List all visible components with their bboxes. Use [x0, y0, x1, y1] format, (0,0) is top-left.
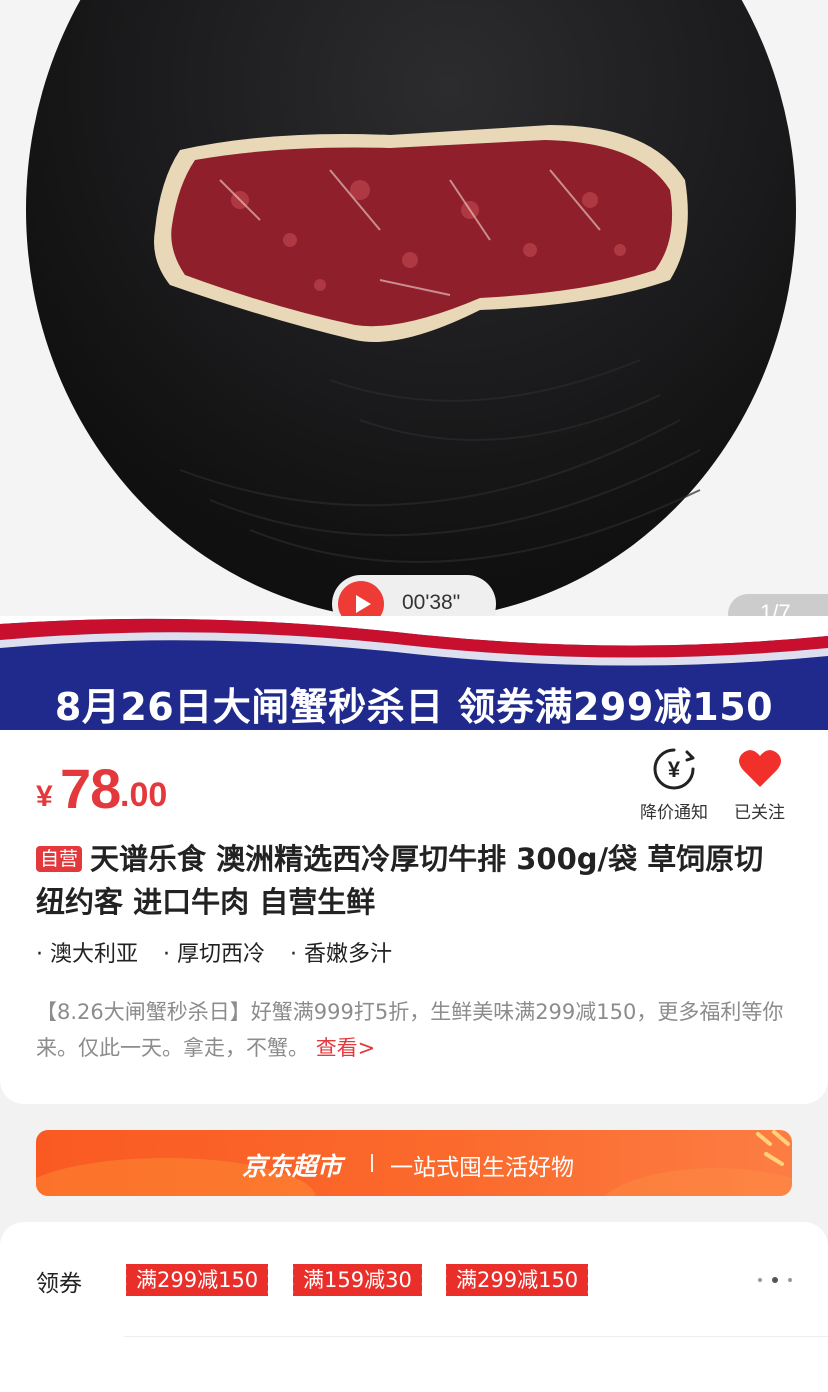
price-integer: 78 — [60, 757, 121, 820]
price-alert-button[interactable]: ¥ 降价通知 — [640, 746, 708, 823]
coupon-card: 领券 满299减150 满159减30 满299减150 — [0, 1222, 828, 1392]
self-operated-tag: 自营 — [36, 846, 83, 872]
promo-description: 【8.26大闸蟹秒杀日】好蟹满999打5折，生鲜美味满299减150，更多福利等… — [36, 994, 796, 1066]
product-title-text: 天谱乐食 澳洲精选西冷厚切牛排 300g/袋 草饲原切 纽约客 进口牛肉 自营生… — [36, 842, 764, 919]
coupon-chip[interactable]: 满299减150 — [442, 1264, 592, 1296]
promo-banner[interactable]: 8月26日大闸蟹秒杀日 领券满299减150 — [0, 616, 828, 732]
svg-text:¥: ¥ — [668, 757, 681, 782]
steak-image — [154, 125, 688, 342]
follow-button[interactable]: 已关注 — [734, 746, 785, 823]
heart-icon — [737, 746, 783, 792]
price-alert-icon: ¥ — [651, 746, 697, 792]
feature-list: 澳大利亚 厚切西冷 香嫩多汁 — [36, 936, 410, 968]
divider — [124, 1336, 828, 1337]
strip-corner-decoration — [756, 1130, 790, 1166]
price-alert-label: 降价通知 — [640, 803, 708, 823]
play-icon[interactable] — [338, 581, 384, 620]
product-title: 自营 天谱乐食 澳洲精选西冷厚切牛排 300g/袋 草饲原切 纽约客 进口牛肉 自… — [36, 838, 776, 924]
coupon-label: 领券 — [36, 1271, 82, 1297]
coupon-chip[interactable]: 满299减150 — [122, 1264, 272, 1296]
more-icon[interactable] — [758, 1274, 798, 1286]
promo-view-link[interactable]: 查看> — [316, 1036, 376, 1060]
price-decimal: .00 — [120, 776, 168, 814]
strip-decoration — [596, 1168, 792, 1196]
jd-supermarket-strip[interactable]: 京东超市 一站式囤生活好物 — [36, 1130, 792, 1196]
jd-supermarket-brand: 京东超市 — [242, 1152, 343, 1181]
follow-label: 已关注 — [734, 803, 785, 823]
feature-item: 厚切西冷 — [163, 942, 265, 967]
banner-text: 8月26日大闸蟹秒杀日 领券满299减150 — [54, 685, 774, 729]
product-info-card: ¥ 78 .00 ¥ 降价通知 已关注 自营 天谱乐食 澳洲精选西冷厚切牛排 30… — [0, 730, 828, 1104]
video-play-pill[interactable]: 00'38" — [332, 575, 496, 620]
video-duration: 00'38" — [402, 591, 461, 614]
coupon-chip[interactable]: 满159减30 — [290, 1264, 425, 1296]
feature-item: 澳大利亚 — [36, 942, 138, 967]
price-currency: ¥ — [36, 780, 53, 813]
product-image-carousel[interactable]: 00'38" 1/7 — [0, 0, 828, 620]
strip-separator — [371, 1154, 373, 1172]
jd-supermarket-slogan: 一站式囤生活好物 — [390, 1155, 574, 1181]
feature-item: 香嫩多汁 — [290, 942, 392, 967]
promo-text: 【8.26大闸蟹秒杀日】好蟹满999打5折，生鲜美味满299减150，更多福利等… — [36, 1000, 784, 1060]
